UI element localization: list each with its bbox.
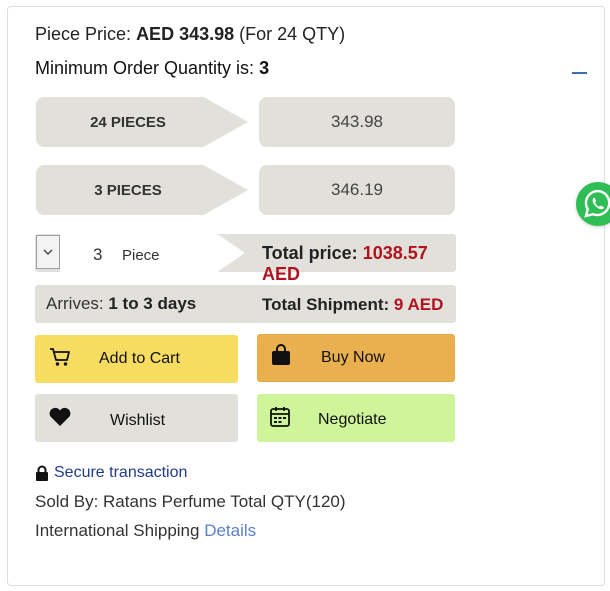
moq-label: Minimum Order Quantity is: (35, 58, 255, 78)
heart-icon (49, 407, 71, 426)
piece-price-value: AED 343.98 (136, 24, 235, 44)
details-link[interactable]: Details (204, 521, 256, 540)
negotiate-button[interactable]: Negotiate (257, 394, 455, 442)
calendar-icon (270, 407, 290, 427)
collapse-toggle[interactable] (572, 72, 587, 74)
add-to-cart-button[interactable]: Add to Cart (35, 335, 238, 383)
buy-now-label: Buy Now (321, 349, 386, 366)
arrives-value: 1 to 3 days (108, 294, 197, 313)
piece-price-label: Piece Price: (35, 24, 132, 44)
buy-now-button[interactable]: Buy Now (257, 334, 455, 382)
sold-by: Sold By: Ratans Perfume Total QTY(120) (35, 492, 346, 511)
negotiate-label: Negotiate (318, 411, 387, 428)
total-shipment: Total Shipment: 9 AED (262, 295, 443, 315)
tier-quantity-24[interactable]: 24 PIECES (36, 97, 248, 147)
tier-price-3: 346.19 (259, 165, 455, 215)
whatsapp-chat-button[interactable] (576, 182, 610, 226)
tier-price-label: 346.19 (331, 180, 383, 199)
wishlist-label: Wishlist (110, 412, 166, 429)
moq-value: 3 (259, 58, 270, 78)
total-shipment-value: 9 AED (393, 295, 444, 314)
minimum-order-quantity: Minimum Order Quantity is: 3 (35, 58, 269, 79)
international-shipping-label: International Shipping (35, 521, 200, 540)
cart-icon (50, 348, 70, 366)
chevron-down-icon (43, 249, 53, 255)
total-price-label: Total price: (262, 243, 358, 263)
whatsapp-icon (584, 189, 610, 218)
total-price: Total price: 1038.57 AED (262, 243, 456, 285)
secure-transaction-label: Secure transaction (54, 464, 188, 481)
quantity-unit: Piece (122, 247, 160, 264)
lock-icon (36, 465, 48, 481)
quantity-value: 3 (93, 245, 103, 264)
quantity-select[interactable] (36, 235, 60, 269)
add-to-cart-label: Add to Cart (99, 350, 180, 367)
secure-transaction[interactable]: Secure transaction (35, 464, 187, 482)
tier-price-24: 343.98 (259, 97, 455, 147)
international-shipping: International Shipping Details (35, 521, 256, 541)
tier-quantity-label: 3 PIECES (94, 181, 162, 199)
total-shipment-label: Total Shipment: (262, 295, 390, 314)
tier-quantity-label: 24 PIECES (90, 113, 166, 131)
quantity-total-row: 3 Piece Total price: 1038.57 AED (35, 234, 456, 284)
piece-price: Piece Price: AED 343.98 (For 24 QTY) (35, 24, 345, 45)
shipping-row: Arrives: 1 to 3 days Total Shipment: 9 A… (35, 285, 456, 323)
tier-quantity-3[interactable]: 3 PIECES (36, 165, 248, 215)
shopping-bag-icon (272, 344, 290, 365)
wishlist-button[interactable]: Wishlist (35, 394, 238, 442)
arrival-estimate: Arrives: 1 to 3 days (46, 294, 196, 314)
piece-price-note: (For 24 QTY) (239, 24, 346, 44)
tier-price-label: 343.98 (331, 112, 383, 131)
arrives-label: Arrives: (46, 294, 104, 313)
